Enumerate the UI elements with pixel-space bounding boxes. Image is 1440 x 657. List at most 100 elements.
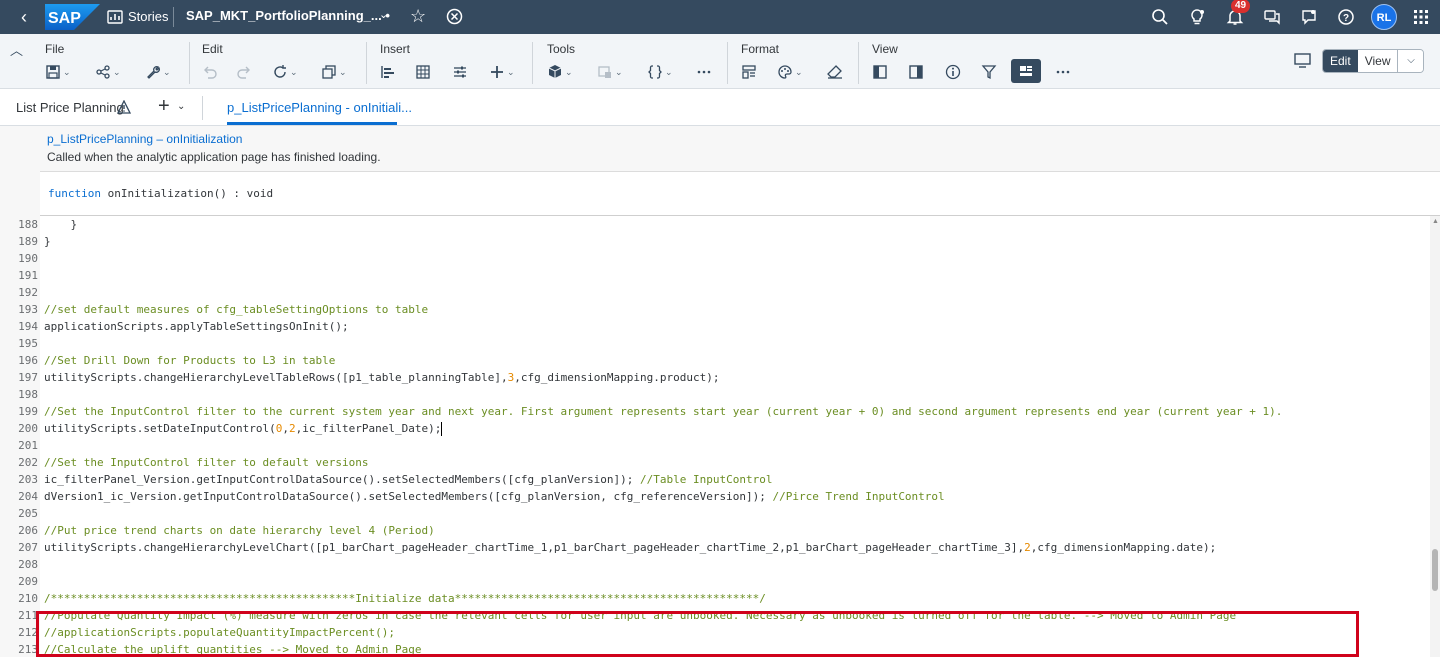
filter-button[interactable] bbox=[981, 62, 997, 82]
chevron-down-icon: ⌄ bbox=[565, 66, 573, 77]
code-line[interactable]: 194 applicationScripts.applyTableSettings… bbox=[0, 318, 1430, 335]
tools-overflow-button[interactable] bbox=[696, 62, 712, 82]
back-icon[interactable]: ‹ bbox=[14, 7, 34, 27]
feedback-icon[interactable] bbox=[1300, 8, 1318, 26]
edit-mode-button[interactable]: Edit bbox=[1323, 50, 1358, 72]
chevron-down-icon: ⌄ bbox=[113, 66, 121, 77]
code-line[interactable]: 203 ic_filterPanel_Version.getInputContro… bbox=[0, 471, 1430, 488]
scroll-up-icon[interactable]: ▲ bbox=[1432, 218, 1439, 225]
outline-button[interactable] bbox=[1011, 59, 1041, 83]
tab-list-price-planning[interactable]: List Price Planning bbox=[16, 100, 124, 115]
help-icon[interactable]: ? bbox=[1337, 8, 1355, 26]
code-line[interactable]: 195 bbox=[0, 335, 1430, 352]
editor-scrollbar[interactable]: ▲ bbox=[1430, 216, 1440, 657]
insert-chart-button[interactable] bbox=[380, 62, 396, 82]
tab-script-oninitialization[interactable]: p_ListPricePlanning - onInitiali... bbox=[227, 100, 412, 115]
chevron-down-icon[interactable]: ⌄ bbox=[379, 8, 388, 21]
mode-dropdown-chevron-icon[interactable]: ⌵ bbox=[1397, 50, 1424, 72]
code-text: applicationScripts.applyTableSettingsOnI… bbox=[44, 318, 349, 335]
left-panel-button[interactable] bbox=[872, 62, 888, 82]
code-line[interactable]: 205 bbox=[0, 505, 1430, 522]
copy-button[interactable]: ⌄ bbox=[321, 62, 347, 82]
code-line[interactable]: 204 dVersion1_ic_Version.getInputControlD… bbox=[0, 488, 1430, 505]
sap-logo[interactable]: SAP bbox=[45, 4, 100, 30]
code-token: ,ic_filterPanel_Date); bbox=[295, 422, 442, 435]
close-circle-icon[interactable] bbox=[446, 8, 463, 25]
avatar[interactable]: RL bbox=[1371, 4, 1397, 30]
tools-button[interactable]: ⌄ bbox=[547, 62, 573, 82]
chevron-down-icon[interactable]: ⌄ bbox=[177, 101, 185, 112]
save-button[interactable]: ⌄ bbox=[45, 62, 71, 82]
theme-button[interactable]: ⌄ bbox=[777, 62, 803, 82]
plus-icon bbox=[491, 66, 503, 78]
lightbulb-icon[interactable] bbox=[1188, 8, 1206, 26]
share-icon bbox=[96, 65, 110, 79]
code-line[interactable]: 200 utilityScripts.setDateInputControl(0,… bbox=[0, 420, 1430, 437]
search-icon[interactable] bbox=[1151, 8, 1169, 26]
code-line[interactable]: 207 utilityScripts.changeHierarchyLevelCh… bbox=[0, 539, 1430, 556]
code-line[interactable]: 210 /************************************… bbox=[0, 590, 1430, 607]
code-line[interactable]: 209 bbox=[0, 573, 1430, 590]
insert-filter-button[interactable] bbox=[452, 62, 468, 82]
table-icon bbox=[416, 65, 430, 79]
code-text: utilityScripts.changeHierarchyLevelChart… bbox=[44, 539, 1216, 556]
add-page-icon[interactable]: + bbox=[158, 95, 170, 118]
code-line[interactable]: 196 //Set Drill Down for Products to L3 i… bbox=[0, 352, 1430, 369]
view-mode-button[interactable]: View bbox=[1357, 50, 1398, 72]
code-line[interactable]: 202 //Set the InputControl filter to defa… bbox=[0, 454, 1430, 471]
line-number: 205 bbox=[18, 507, 38, 520]
toolbar-divider bbox=[189, 42, 190, 84]
chat-icon[interactable] bbox=[1263, 8, 1281, 26]
code-comment: //Set Drill Down for Products to L3 in t… bbox=[44, 354, 336, 367]
app-grid-icon[interactable] bbox=[1412, 8, 1430, 26]
data-tool-button[interactable]: ⌄ bbox=[597, 62, 623, 82]
clear-format-button[interactable] bbox=[827, 62, 843, 82]
line-number: 188 bbox=[18, 218, 38, 231]
code-line[interactable]: 191 bbox=[0, 267, 1430, 284]
info-button[interactable] bbox=[945, 62, 961, 82]
code-line[interactable]: 193 //set default measures of cfg_tableSe… bbox=[0, 301, 1430, 318]
save-icon bbox=[46, 65, 60, 79]
info-icon bbox=[945, 64, 961, 80]
code-editor[interactable]: 188 } 189} 190 191 192 193//set default measu… bbox=[0, 216, 1430, 657]
collapse-toolbar-icon[interactable]: ︿ bbox=[10, 40, 23, 59]
undo-button[interactable] bbox=[202, 62, 218, 82]
code-line[interactable]: 192 bbox=[0, 284, 1430, 301]
code-line[interactable]: 188 } bbox=[0, 216, 1430, 233]
code-line[interactable]: 208 bbox=[0, 556, 1430, 573]
code-line[interactable]: 197 utilityScripts.changeHierarchyLevelTa… bbox=[0, 369, 1430, 386]
right-panel-button[interactable] bbox=[908, 62, 924, 82]
line-number: 198 bbox=[18, 388, 38, 401]
undo-icon bbox=[204, 66, 217, 79]
code-line[interactable]: 199 //Set the InputControl filter to the … bbox=[0, 403, 1430, 420]
signature-keyword: function bbox=[48, 187, 101, 200]
code-number: 2 bbox=[289, 422, 296, 435]
stories-link[interactable]: Stories bbox=[128, 9, 168, 24]
scripting-button[interactable]: ⌄ bbox=[647, 62, 673, 82]
code-line[interactable]: 189} bbox=[0, 233, 1430, 250]
present-icon[interactable] bbox=[1294, 53, 1311, 68]
code-line[interactable]: 190 bbox=[0, 250, 1430, 267]
star-icon[interactable]: ☆ bbox=[410, 6, 426, 27]
code-line[interactable]: 198 bbox=[0, 386, 1430, 403]
insert-more-button[interactable]: ⌄ bbox=[489, 62, 515, 82]
share-button[interactable]: ⌄ bbox=[95, 62, 121, 82]
code-comment: /***************************************… bbox=[44, 592, 766, 605]
code-text: //Set the InputControl filter to default… bbox=[44, 454, 369, 471]
insert-table-button[interactable] bbox=[415, 62, 431, 82]
line-number: 202 bbox=[18, 456, 38, 469]
scrollbar-thumb[interactable] bbox=[1432, 549, 1438, 591]
code-line[interactable]: 201 bbox=[0, 437, 1430, 454]
styling-button[interactable] bbox=[741, 62, 757, 82]
redo-button[interactable] bbox=[236, 62, 252, 82]
outline-icon bbox=[1020, 66, 1032, 76]
settings-tools-button[interactable]: ⌄ bbox=[145, 62, 171, 82]
document-title[interactable]: SAP_MKT_PortfolioPlanning_... • bbox=[186, 8, 390, 23]
line-number: 194 bbox=[18, 320, 38, 333]
warning-icon[interactable] bbox=[117, 100, 131, 114]
refresh-button[interactable]: ⌄ bbox=[272, 62, 298, 82]
code-text: } bbox=[44, 216, 77, 233]
view-overflow-button[interactable] bbox=[1055, 62, 1071, 82]
code-line[interactable]: 206 //Put price trend charts on date hier… bbox=[0, 522, 1430, 539]
chevron-down-icon: ⌄ bbox=[507, 66, 515, 77]
